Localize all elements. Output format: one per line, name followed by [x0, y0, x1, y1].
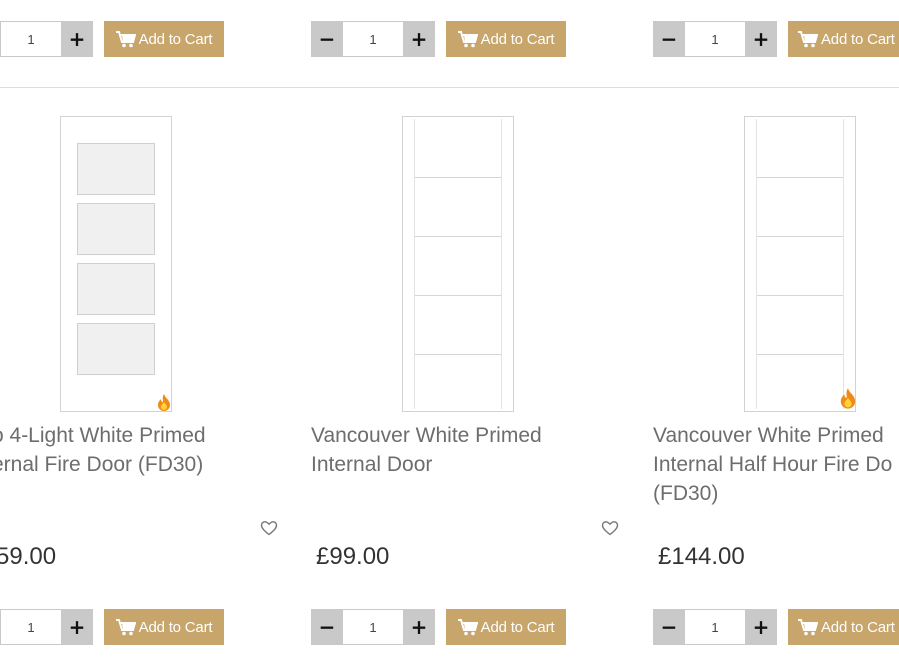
- quantity-input[interactable]: 1: [1, 609, 61, 645]
- add-to-cart-label: Add to Cart: [821, 618, 895, 636]
- increment-button[interactable]: +: [403, 609, 435, 645]
- product-image[interactable]: [60, 116, 172, 412]
- add-to-cart-label: Add to Cart: [138, 618, 213, 636]
- wishlist-heart-icon[interactable]: [260, 520, 278, 536]
- add-to-cart-button[interactable]: Add to Cart: [446, 609, 566, 645]
- quantity-input[interactable]: 1: [685, 609, 745, 645]
- product-title-line: ernal Fire Door (FD30): [0, 453, 204, 476]
- product-title[interactable]: o 4-Light White Primed ernal Fire Door (…: [0, 421, 242, 479]
- decrement-button[interactable]: −: [653, 609, 685, 645]
- top-controls-row: − 1 + Add to Cart − 1 + Add to Cart − 1 …: [0, 21, 899, 59]
- product-price: £144.00: [658, 543, 745, 570]
- product-title[interactable]: Vancouver White Primed Internal Half Hou…: [653, 421, 899, 508]
- glass-panel: [77, 143, 155, 195]
- decrement-button[interactable]: −: [311, 609, 343, 645]
- fire-rated-icon: [158, 394, 170, 411]
- quantity-stepper: − 1 +: [311, 609, 435, 645]
- increment-button[interactable]: +: [403, 21, 435, 57]
- product-image[interactable]: [744, 116, 856, 412]
- product-title[interactable]: Vancouver White Primed Internal Door: [311, 421, 561, 479]
- cart-icon: [457, 618, 478, 635]
- fire-rated-icon: [840, 388, 856, 409]
- quantity-input[interactable]: 1: [1, 21, 61, 57]
- cart-icon: [457, 30, 478, 47]
- increment-button[interactable]: +: [61, 21, 93, 57]
- cart-icon: [798, 30, 818, 47]
- wishlist-heart-icon[interactable]: [601, 520, 619, 536]
- add-to-cart-button[interactable]: Add to Cart: [104, 609, 224, 645]
- add-to-cart-button[interactable]: Add to Cart: [104, 21, 224, 57]
- quantity-stepper: − 1 +: [653, 21, 777, 57]
- glass-panel: [77, 263, 155, 315]
- cart-icon: [115, 30, 136, 47]
- quantity-stepper: − 1 +: [0, 21, 93, 57]
- add-to-cart-button[interactable]: Add to Cart: [446, 21, 566, 57]
- product-title-line: o 4-Light White Primed: [0, 424, 206, 447]
- decrement-button[interactable]: −: [311, 21, 343, 57]
- door-frame: [414, 119, 502, 409]
- increment-button[interactable]: +: [745, 609, 777, 645]
- product-title-line: Internal Half Hour Fire Do: [653, 453, 893, 476]
- glass-panel: [77, 323, 155, 375]
- add-to-cart-button[interactable]: Add to Cart: [788, 609, 899, 645]
- quantity-stepper: − 1 +: [311, 21, 435, 57]
- door-frame: [756, 119, 844, 409]
- add-to-cart-label: Add to Cart: [480, 30, 555, 48]
- add-to-cart-label: Add to Cart: [821, 30, 895, 48]
- decrement-button[interactable]: −: [653, 21, 685, 57]
- add-to-cart-button[interactable]: Add to Cart: [788, 21, 899, 57]
- product-price: £99.00: [316, 543, 390, 570]
- increment-button[interactable]: +: [745, 21, 777, 57]
- quantity-input[interactable]: 1: [343, 21, 403, 57]
- quantity-stepper: − 1 +: [0, 609, 93, 645]
- quantity-stepper: − 1 +: [653, 609, 777, 645]
- product-title-line: Internal Door: [311, 453, 433, 476]
- add-to-cart-label: Add to Cart: [138, 30, 213, 48]
- cart-icon: [115, 618, 136, 635]
- row-divider: [0, 87, 899, 88]
- glass-panel: [77, 203, 155, 255]
- product-image[interactable]: [402, 116, 514, 412]
- product-title-line: (FD30): [653, 482, 719, 505]
- product-title-line: Vancouver White Primed: [311, 424, 542, 447]
- product-title-line: Vancouver White Primed: [653, 424, 884, 447]
- cart-icon: [798, 618, 818, 635]
- product-price: 59.00: [0, 543, 57, 570]
- quantity-input[interactable]: 1: [343, 609, 403, 645]
- bottom-controls-row: − 1 + Add to Cart − 1 + Add to Cart − 1 …: [0, 609, 899, 647]
- increment-button[interactable]: +: [61, 609, 93, 645]
- add-to-cart-label: Add to Cart: [480, 618, 555, 636]
- quantity-input[interactable]: 1: [685, 21, 745, 57]
